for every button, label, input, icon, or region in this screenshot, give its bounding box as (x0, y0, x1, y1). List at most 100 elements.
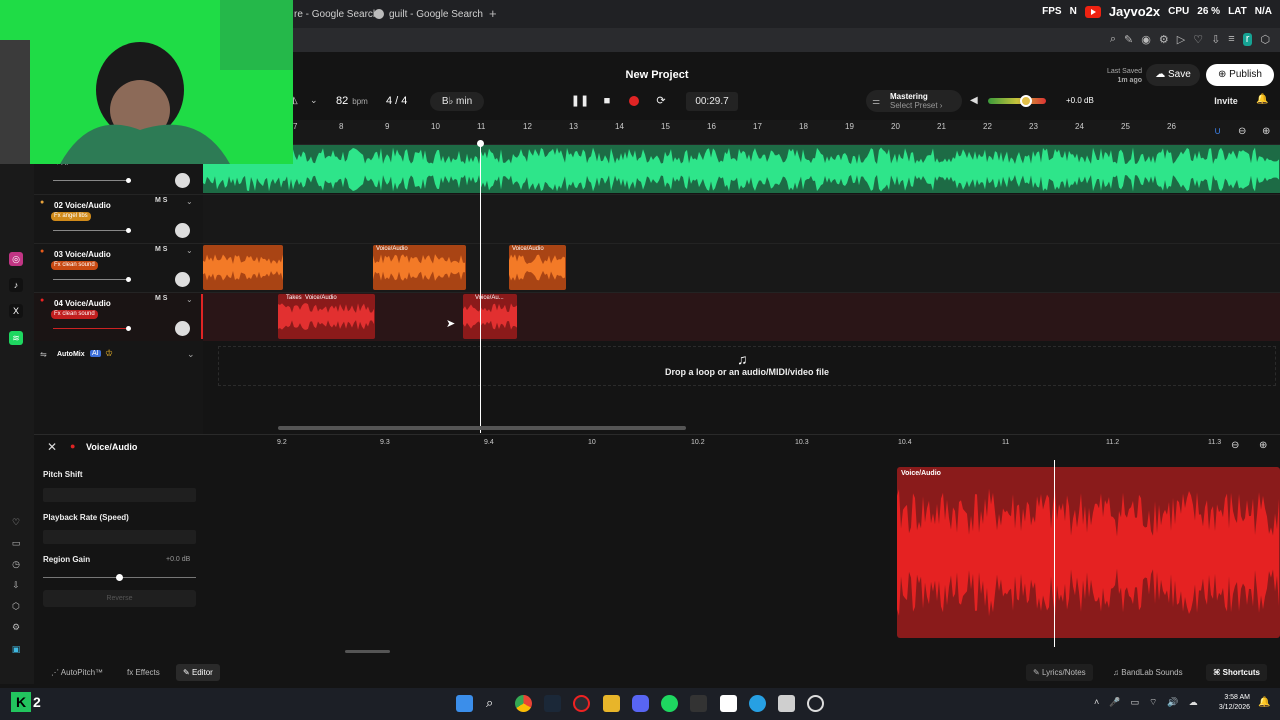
playhead[interactable] (480, 143, 481, 433)
track-03-header[interactable]: ● 03 Voice/Audio Fx clean sound M S ⌄ (34, 243, 203, 292)
system-clock[interactable]: 3:58 AM 3/12/2026 (1218, 693, 1250, 713)
key-selector[interactable]: B♭ min (430, 92, 484, 111)
spotify-icon[interactable] (661, 695, 678, 712)
profile-icon[interactable]: r (1242, 33, 1253, 46)
reverse-button[interactable]: Reverse (43, 590, 196, 607)
chevron-down-icon[interactable]: ⌄ (310, 95, 318, 106)
close-icon[interactable]: ✕ (47, 440, 57, 454)
extension-icon[interactable]: ⬡ (1260, 33, 1270, 46)
gain-thumb[interactable] (116, 574, 123, 581)
discord-icon[interactable] (632, 695, 649, 712)
audio-clip[interactable] (203, 245, 283, 290)
save-button[interactable]: ☁ Save (1146, 64, 1200, 86)
track-volume[interactable] (53, 328, 131, 329)
track-02-lane[interactable] (203, 194, 1280, 243)
track-01-lane[interactable] (203, 144, 1280, 193)
volume-thumb[interactable] (126, 178, 131, 183)
pan-knob[interactable] (175, 223, 190, 238)
time-signature[interactable]: 4 / 4 (386, 95, 407, 107)
speaker-icon[interactable]: ◀ (970, 95, 978, 106)
shortcuts-button[interactable]: ⌘ Shortcuts (1206, 664, 1267, 681)
app-icon[interactable]: ▣ (9, 642, 23, 656)
x-icon[interactable]: X (9, 304, 23, 318)
pan-knob[interactable] (175, 321, 190, 336)
download-icon[interactable]: ⇩ (1211, 33, 1220, 46)
notification-bell-icon[interactable]: 🔔 (1258, 697, 1270, 708)
history-icon[interactable]: ◷ (9, 557, 23, 571)
zoom-in-icon[interactable]: ⊕ (1262, 126, 1270, 137)
editor-playhead[interactable] (1054, 460, 1055, 647)
spotify-icon[interactable]: ≋ (9, 331, 23, 345)
record-button[interactable] (624, 92, 644, 111)
epic-games-icon[interactable] (690, 695, 707, 712)
opera-gx-icon[interactable] (573, 695, 590, 712)
magnet-icon[interactable]: ∪ (1214, 126, 1221, 137)
mute-solo-buttons[interactable]: M S (155, 295, 167, 302)
editor-button[interactable]: ✎ Editor (176, 664, 220, 681)
heart-icon[interactable]: ♡ (9, 515, 23, 529)
tab-google-search-2[interactable]: guilt - Google Search (374, 5, 483, 23)
search-icon[interactable]: ⌕ (486, 695, 493, 711)
track-fx-badge[interactable]: Fx clean sound (51, 261, 98, 270)
pause-button[interactable]: ❚❚ (570, 92, 590, 111)
drop-zone[interactable]: Drop a loop or an audio/MIDI/video file (218, 346, 1276, 386)
audio-clip[interactable]: Takes Voice/Audio (278, 294, 375, 339)
pan-knob[interactable] (175, 272, 190, 287)
track-name[interactable]: 04 Voice/Audio (54, 299, 111, 308)
menu-icon[interactable]: ≡ (1228, 33, 1234, 46)
mute-solo-buttons[interactable]: M S (155, 197, 167, 204)
volume-thumb[interactable] (126, 228, 131, 233)
publish-button[interactable]: ⊕ Publish (1206, 64, 1274, 86)
effects-button[interactable]: fx Effects (120, 664, 167, 681)
chevron-down-icon[interactable]: ⌄ (186, 246, 193, 255)
track-name[interactable]: 03 Voice/Audio (54, 250, 111, 259)
automix-label[interactable]: AutoMix (57, 351, 85, 358)
horizontal-scrollbar[interactable] (278, 426, 686, 430)
track-fx-badge[interactable]: Fx angel libs (51, 212, 91, 221)
chevron-down-icon[interactable]: ⌄ (186, 197, 193, 206)
track-04-header[interactable]: ● 04 Voice/Audio Fx clean sound M S ⌄ (34, 292, 203, 341)
volume-thumb[interactable] (126, 326, 131, 331)
chat-icon[interactable]: ▭ (9, 536, 23, 550)
playhead-handle[interactable] (477, 140, 484, 147)
loop-button[interactable]: ⟳ (651, 92, 671, 111)
pitch-shift-stepper[interactable] (43, 488, 196, 502)
zoom-out-icon[interactable]: ⊖ (1238, 126, 1246, 137)
system-tray-icons[interactable]: ˄🎤▭⌔🔊☁ (1094, 697, 1208, 708)
new-tab-button[interactable]: + (489, 6, 497, 21)
settings-icon[interactable]: ⚙ (9, 620, 23, 634)
audio-clip[interactable]: Voice/Audio (373, 245, 466, 290)
tempo-display[interactable]: 82 bpm (336, 95, 368, 107)
settings-icon[interactable]: ⚙ (1159, 33, 1169, 46)
volume-thumb[interactable] (1020, 95, 1032, 107)
audio-clip[interactable]: Voice/Au... (463, 294, 517, 339)
editor-audio-clip[interactable] (897, 467, 1280, 638)
timeline-ruler[interactable] (203, 120, 1280, 144)
notepad-icon[interactable] (720, 695, 737, 712)
windows-start-icon[interactable] (456, 695, 473, 712)
cube-icon[interactable]: ⬡ (9, 599, 23, 613)
heart-icon[interactable]: ♡ (1193, 33, 1203, 46)
mastering-button[interactable]: Mastering Select Preset › (866, 90, 962, 112)
steam-icon[interactable] (544, 695, 561, 712)
track-name[interactable]: 02 Voice/Audio (54, 201, 111, 210)
track-02-header[interactable]: ● 02 Voice/Audio Fx angel libs M S ⌄ (34, 194, 203, 243)
audio-clip[interactable]: Voice/Audio (509, 245, 566, 290)
chrome-icon[interactable] (515, 695, 532, 712)
app-icon[interactable] (778, 695, 795, 712)
camera-icon[interactable]: ◉ (1141, 33, 1151, 46)
tiktok-icon[interactable]: ♪ (9, 278, 23, 292)
autopitch-button[interactable]: ⋰ AutoPitch™ (44, 664, 110, 681)
volume-thumb[interactable] (126, 277, 131, 282)
zoom-out-icon[interactable]: ⊖ (1231, 440, 1239, 451)
edit-icon[interactable]: ✎ (1124, 33, 1133, 46)
telegram-icon[interactable] (749, 695, 766, 712)
zoom-in-icon[interactable]: ⊕ (1259, 440, 1267, 451)
track-volume[interactable] (53, 230, 131, 231)
obs-icon[interactable] (807, 695, 824, 712)
editor-scrollbar[interactable] (345, 650, 390, 653)
download-icon[interactable]: ⇩ (9, 578, 23, 592)
track-01-volume[interactable] (53, 180, 131, 181)
lyrics-notes-button[interactable]: ✎ Lyrics/Notes (1026, 664, 1093, 681)
invite-button[interactable]: Invite (1206, 92, 1246, 111)
